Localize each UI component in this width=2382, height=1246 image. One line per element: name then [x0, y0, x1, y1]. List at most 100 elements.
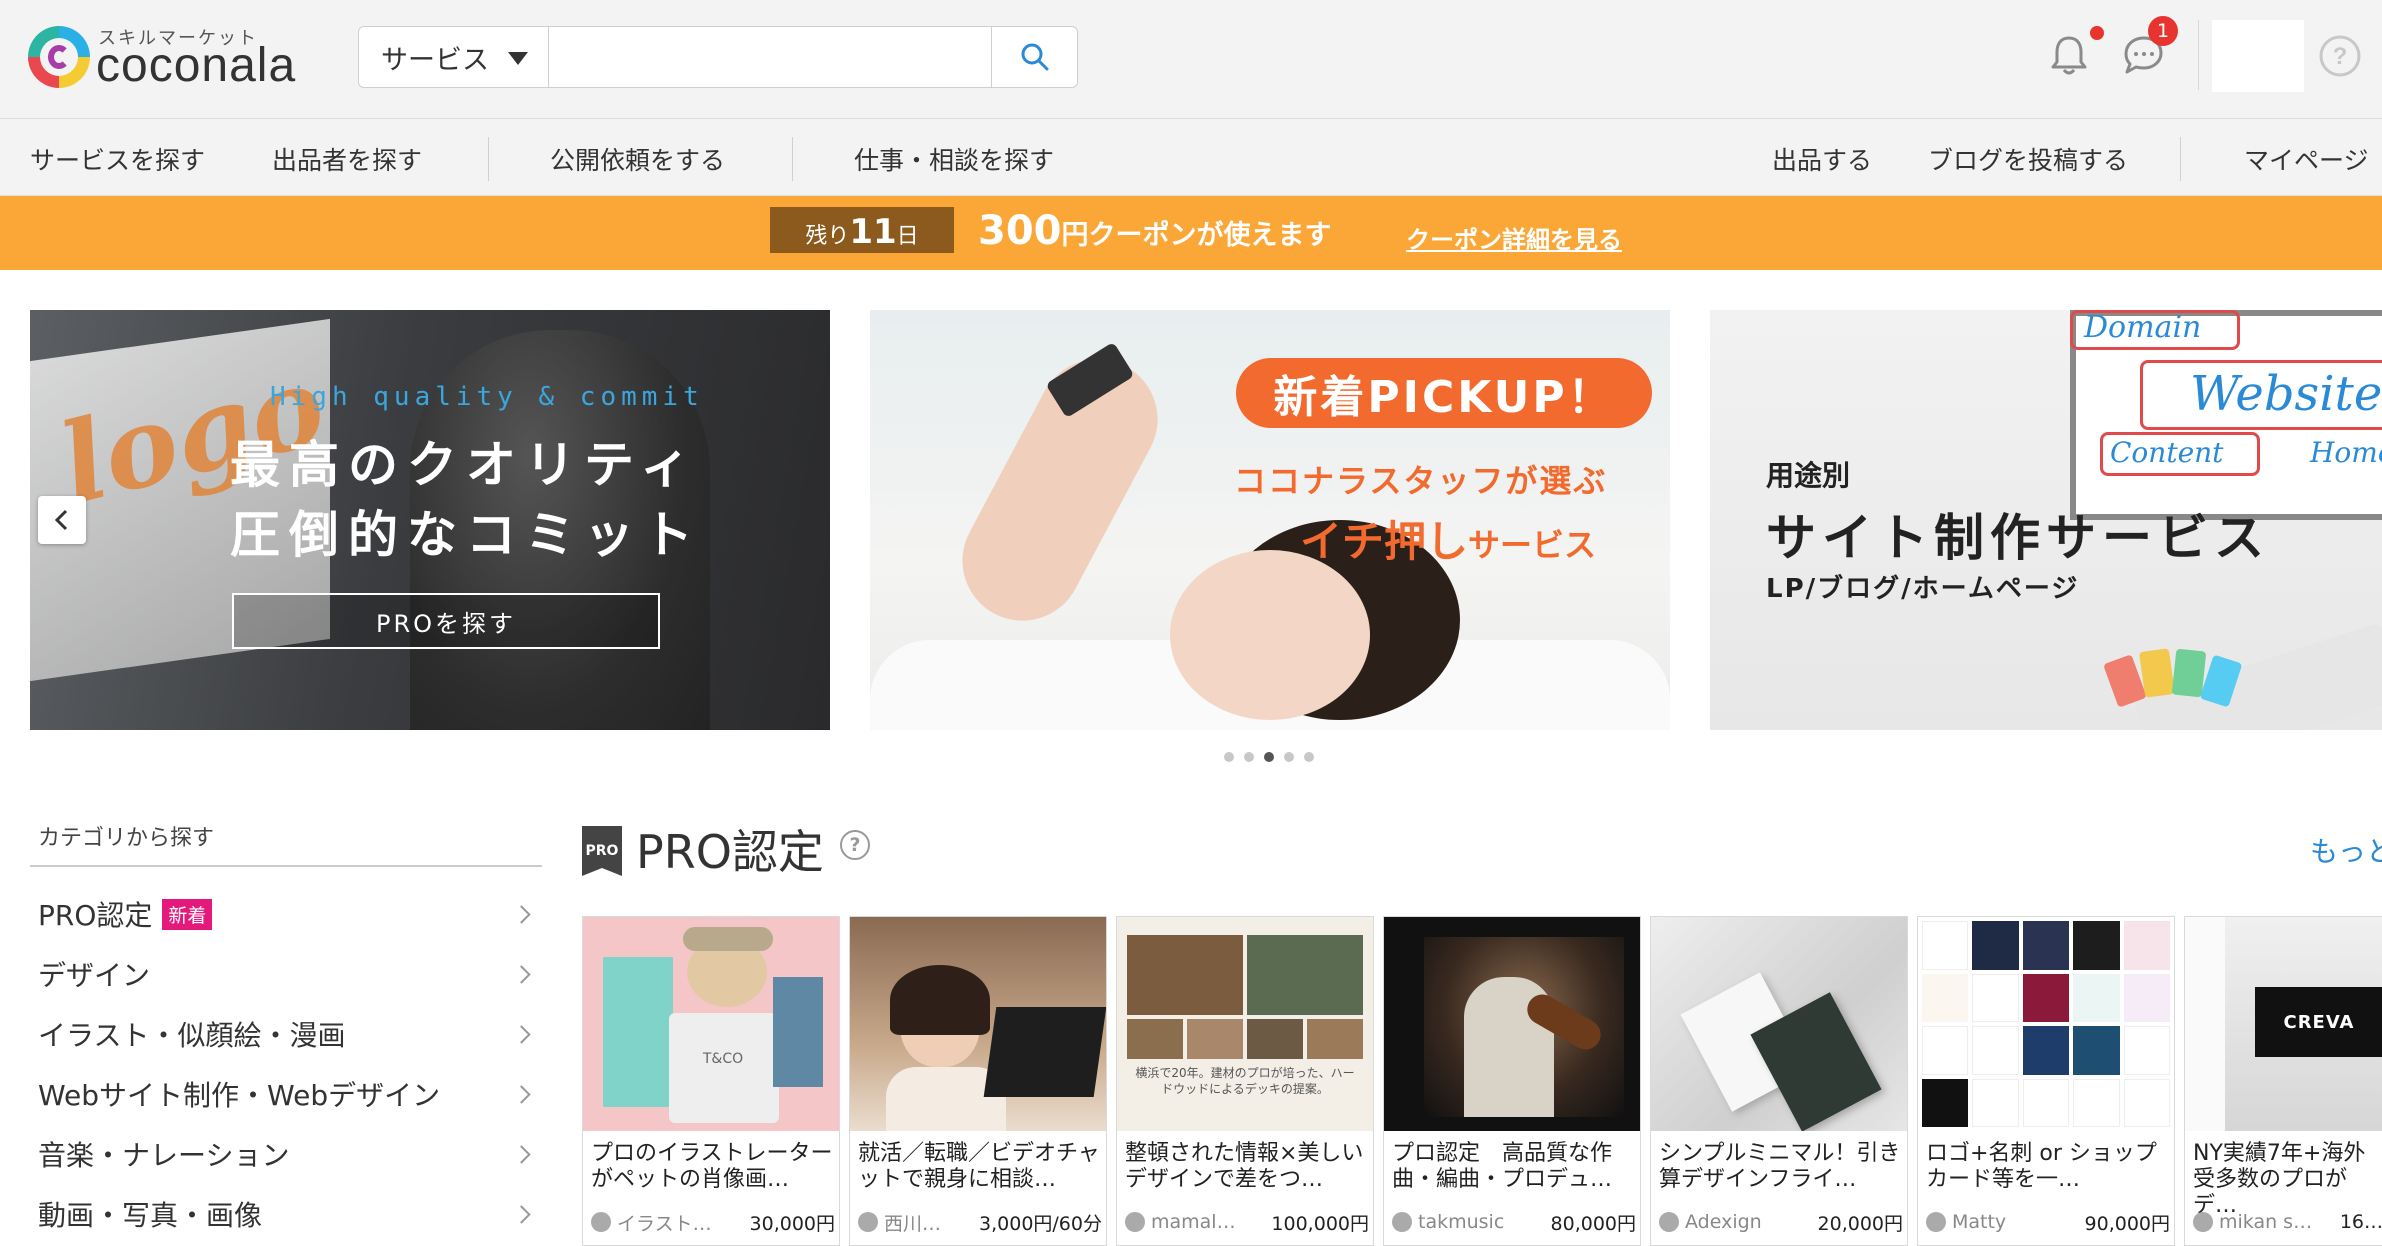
service-card[interactable]: プロ認定 高品質な作曲・編曲・プロデュ… takmusic 80,000円: [1383, 916, 1641, 1246]
help-icon[interactable]: ?: [2318, 34, 2362, 78]
bell-icon[interactable]: [2044, 30, 2094, 80]
service-price: 30,000円: [749, 1212, 835, 1235]
hat-art: [683, 927, 773, 951]
service-card[interactable]: CREVA NY実績7年+海外受多数のプロがデ… mikan s… 16…: [2184, 916, 2382, 1246]
coupon-message: 300円クーポンが使えます: [978, 208, 1332, 254]
hero-slide-pro[interactable]: logo High quality & commit 最高のクオリティ 圧倒的な…: [30, 310, 830, 730]
nav-sell[interactable]: 出品する: [1772, 141, 1872, 177]
seller-avatar: [1392, 1212, 1412, 1232]
carousel-dot[interactable]: [1244, 752, 1254, 762]
photo-deck-art: [1127, 935, 1243, 1015]
nav-find-services[interactable]: サービスを探す: [30, 141, 205, 177]
see-more-link[interactable]: もっと: [2310, 830, 2382, 870]
chevron-left-icon: [54, 509, 68, 531]
hero-slide-website[interactable]: Domain Website Content Home 用途別 サイト制作サービ…: [1710, 310, 2382, 730]
nav-find-jobs[interactable]: 仕事・相談を探す: [854, 141, 1054, 177]
service-price: 20,000円: [1817, 1212, 1903, 1235]
category-label: 音楽・ナレーション: [38, 1139, 290, 1172]
carousel-dot[interactable]: [1284, 752, 1294, 762]
laptop-art: [983, 1007, 1106, 1097]
hero-slide-pickup[interactable]: 新着PICKUP！ ココナラスタッフが選ぶ イチ押しサービス: [870, 310, 1670, 730]
face-art: [1170, 550, 1370, 720]
days-prefix: 残り: [805, 224, 850, 249]
word-content: Content: [2110, 436, 2224, 469]
word-website: Website: [2190, 366, 2382, 422]
seller-avatar: [1926, 1212, 1946, 1232]
chevron-right-icon: [512, 1025, 531, 1044]
category-label: 動画・写真・画像: [38, 1199, 263, 1232]
nav-divider: [792, 137, 793, 181]
service-card[interactable]: 横浜で20年。建材のプロが培った、ハードウッドによるデッキの提案。 整頓された情…: [1116, 916, 1374, 1246]
chevron-right-icon: [512, 965, 531, 984]
seller-avatar: [858, 1212, 878, 1232]
service-thumbnail: 横浜で20年。建材のプロが培った、ハードウッドによるデッキの提案。: [1117, 917, 1373, 1131]
service-price: 90,000円: [2084, 1212, 2170, 1235]
service-title: NY実績7年+海外受多数のプロがデ…: [2193, 1141, 2366, 1218]
service-meta: mikan s… 16…: [2193, 1209, 2382, 1235]
nav-find-sellers[interactable]: 出品者を探す: [272, 141, 422, 177]
service-price: 100,000円: [1271, 1212, 1369, 1235]
carousel-prev-button[interactable]: [38, 496, 86, 544]
gift-box-art: [603, 957, 673, 1107]
carousel-dot-active[interactable]: [1264, 752, 1274, 762]
category-list: PRO認定 新着 デザイン イラスト・似顔絵・漫画 Webサイト制作・Webデザ…: [30, 884, 542, 1244]
word-domain: Domain: [2084, 310, 2202, 345]
flyer-headline: 横浜で20年。建材のプロが培った、ハードウッドによるデッキの提案。: [1135, 1066, 1355, 1096]
logo-grid-art: [1922, 921, 2170, 1127]
service-card[interactable]: シンプルミニマル！引き算デザインフライ… Adexign 20,000円: [1650, 916, 1908, 1246]
nav-mypage[interactable]: マイページ: [2244, 141, 2369, 177]
category-item-pro[interactable]: PRO認定 新着: [30, 884, 542, 944]
header-divider: [2198, 20, 2199, 90]
category-label: デザイン: [38, 959, 151, 992]
nav-post-blog[interactable]: ブログを投稿する: [1928, 141, 2128, 177]
word-home: Home: [2310, 436, 2382, 469]
service-card[interactable]: ロゴ+名刺 or ショップカード等を一… Matty 90,000円: [1917, 916, 2175, 1246]
coupon-amount: 300: [978, 208, 1062, 254]
category-item-music[interactable]: 音楽・ナレーション: [30, 1124, 542, 1184]
carousel-dot[interactable]: [1224, 752, 1234, 762]
color-swatch-art: [2138, 648, 2176, 698]
coconala-logo[interactable]: スキルマーケット coconala: [28, 22, 328, 92]
pickup-subtitle: ココナラスタッフが選ぶ: [1234, 462, 1608, 500]
search-button[interactable]: [991, 27, 1077, 87]
seller-name: takmusic: [1418, 1211, 1505, 1233]
new-badge: 新着: [162, 898, 213, 930]
seller-name: mikan s…: [2219, 1211, 2313, 1233]
seller-avatar: [591, 1212, 611, 1232]
category-item-web[interactable]: Webサイト制作・Webデザイン: [30, 1064, 542, 1124]
service-card[interactable]: 就活／転職／ビデオチャットで親身に相談… 西川… 3,000円/60分: [849, 916, 1107, 1246]
service-thumbnail: T&CO: [583, 917, 839, 1131]
category-item-video[interactable]: 動画・写真・画像: [30, 1184, 542, 1244]
category-item-illustration[interactable]: イラスト・似顔絵・漫画: [30, 1004, 542, 1064]
nav-post-request[interactable]: 公開依頼をする: [550, 141, 725, 177]
search-category-select[interactable]: サービス: [359, 27, 549, 87]
service-title: プロ認定 高品質な作曲・編曲・プロデュ…: [1392, 1141, 1613, 1192]
slide3-label: 用途別: [1766, 459, 1851, 492]
service-card[interactable]: T&CO プロのイラストレーターがペットの肖像画… イラスト… 30,000円: [582, 916, 840, 1246]
carousel-dot[interactable]: [1304, 752, 1314, 762]
pickup-tagline-sub: サービス: [1468, 526, 1597, 564]
search-input[interactable]: [551, 27, 1001, 87]
seller-avatar: [1125, 1212, 1145, 1232]
slide3-subtitle: LP/ブログ/ホームページ: [1766, 574, 2080, 604]
seller-name: mamal…: [1151, 1211, 1236, 1233]
service-title: ロゴ+名刺 or ショップカード等を一…: [1926, 1141, 2157, 1192]
help-icon[interactable]: ?: [840, 830, 870, 860]
service-meta: 西川… 3,000円/60分: [858, 1209, 1102, 1235]
carousel-dots: [1224, 752, 1314, 762]
photo-thumb-art: [1307, 1019, 1363, 1059]
books-art: [773, 977, 823, 1087]
chevron-right-icon: [512, 1085, 531, 1104]
service-thumbnail: [1651, 917, 1907, 1131]
seller-avatar: [2193, 1212, 2213, 1232]
find-pro-button[interactable]: PROを探す: [232, 593, 660, 649]
service-title: 整頓された情報×美しいデザインで差をつ…: [1125, 1141, 1364, 1192]
category-item-design[interactable]: デザイン: [30, 944, 542, 1004]
service-title: 就活／転職／ビデオチャットで親身に相談…: [858, 1141, 1100, 1192]
shadow-art: [2185, 917, 2225, 1131]
logo-wordmark: coconala: [96, 39, 297, 92]
user-avatar[interactable]: [2212, 20, 2304, 92]
main-nav: サービスを探す 出品者を探す 公開依頼をする 仕事・相談を探す 出品する ブログ…: [0, 118, 2382, 196]
service-meta: Adexign 20,000円: [1659, 1209, 1903, 1235]
coupon-details-link[interactable]: クーポン詳細を見る: [1406, 220, 1622, 255]
